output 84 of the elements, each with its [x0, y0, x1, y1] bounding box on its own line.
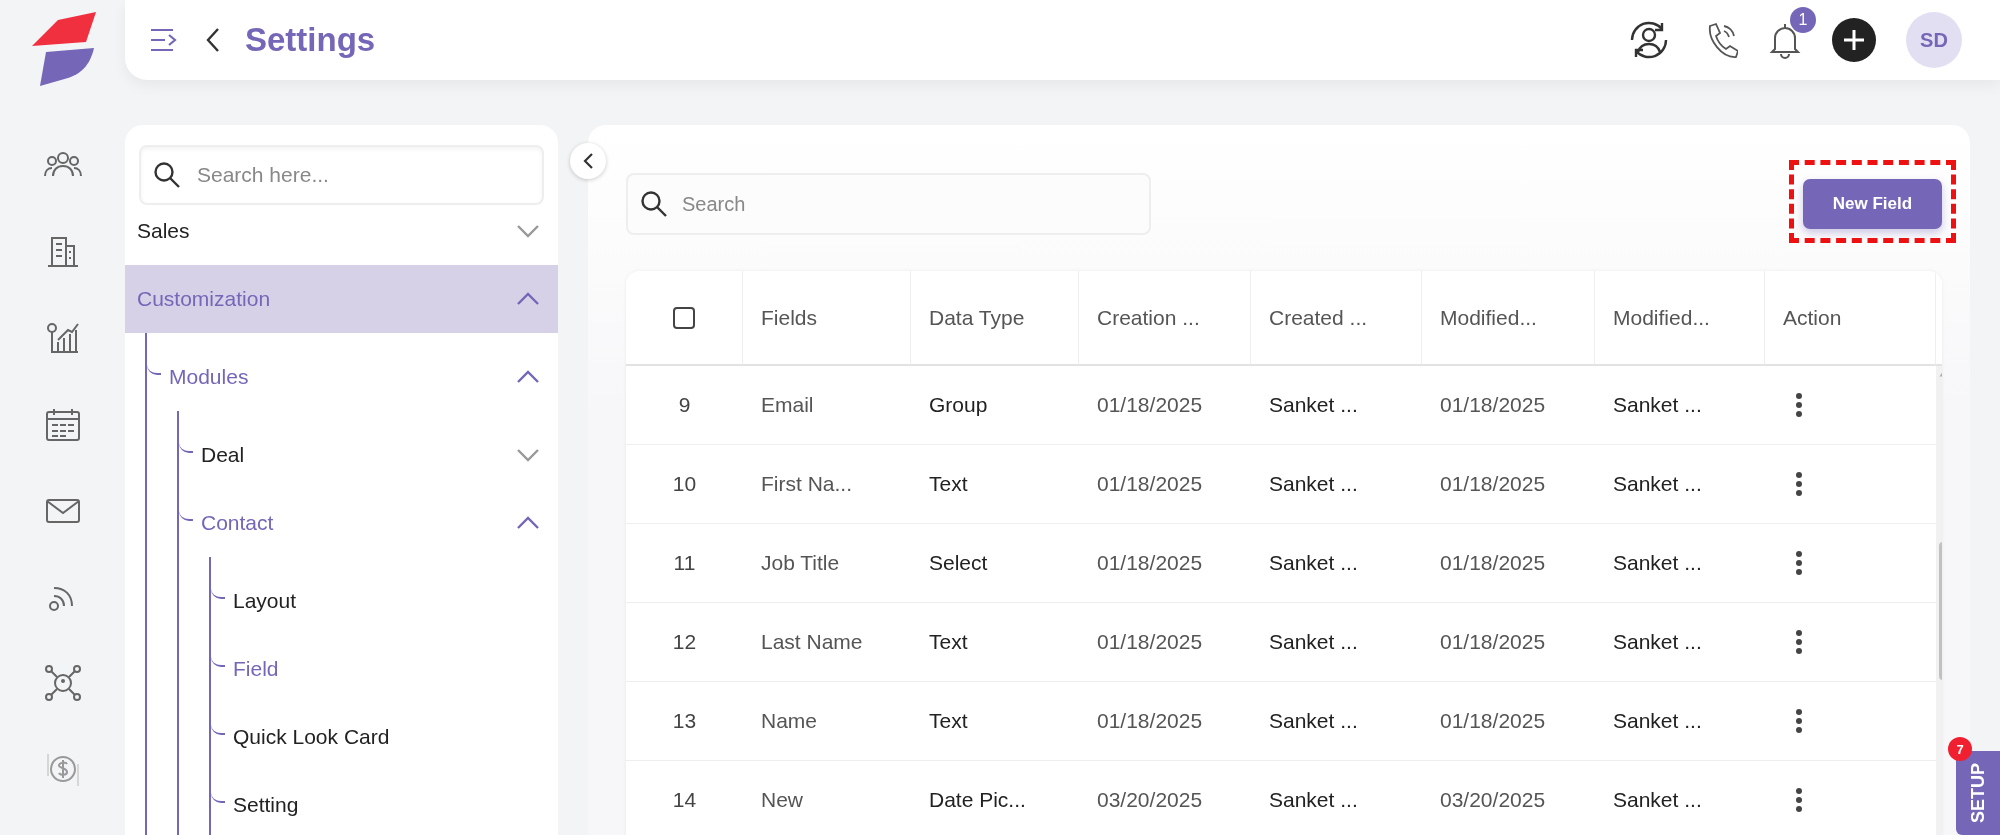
table-cell: 14: [626, 761, 743, 835]
chevron-up-icon: [516, 370, 540, 384]
table-cell: 01/18/2025: [1079, 366, 1251, 445]
more-icon[interactable]: [1795, 392, 1803, 418]
table-cell: Sanket ...: [1595, 366, 1765, 445]
table-cell: Date Pic...: [911, 761, 1079, 835]
checkbox[interactable]: [673, 306, 695, 329]
nav-item[interactable]: Setting: [211, 771, 558, 835]
column-header[interactable]: Fields: [743, 271, 911, 366]
calendar-icon[interactable]: [43, 406, 82, 444]
table-cell: 9: [626, 366, 743, 445]
search-field[interactable]: Search: [626, 173, 1151, 235]
plus-icon: [1842, 28, 1866, 52]
chevron-down-icon: [516, 448, 540, 462]
table-cell: 03/20/2025: [1079, 761, 1251, 835]
user-avatar[interactable]: SD: [1906, 12, 1962, 68]
table-cell: 01/18/2025: [1079, 524, 1251, 603]
table-cell: 01/18/2025: [1422, 603, 1595, 682]
table-cell: Sanket ...: [1251, 603, 1422, 682]
table-cell: Sanket ...: [1595, 445, 1765, 524]
table-cell: Job Title: [743, 524, 911, 603]
table-cell: 11: [626, 524, 743, 603]
table-cell: 12: [626, 603, 743, 682]
column-header[interactable]: Modified...: [1595, 271, 1765, 366]
table-cell: Text: [911, 603, 1079, 682]
add-button[interactable]: [1832, 18, 1876, 62]
more-icon[interactable]: [1795, 629, 1803, 655]
table-cell: Sanket ...: [1595, 682, 1765, 761]
nav-item[interactable]: Field: [211, 635, 558, 703]
table-cell: Sanket ...: [1595, 603, 1765, 682]
column-header[interactable]: Data Type: [911, 271, 1079, 366]
table-cell: First Na...: [743, 445, 911, 524]
table-cell: Sanket ...: [1595, 524, 1765, 603]
collapse-button[interactable]: [570, 143, 606, 179]
table-cell: Sanket ...: [1595, 761, 1765, 835]
more-icon[interactable]: [1795, 550, 1803, 576]
table-cell: 01/18/2025: [1079, 603, 1251, 682]
table-cell: Group: [911, 366, 1079, 445]
table-cell: Name: [743, 682, 911, 761]
table-cell: 03/20/2025: [1422, 761, 1595, 835]
table-cell: 01/18/2025: [1422, 445, 1595, 524]
chevron-left-icon: [582, 152, 594, 170]
new-field-button[interactable]: New Field: [1803, 179, 1942, 229]
more-icon[interactable]: [1795, 708, 1803, 734]
table-cell: Text: [911, 445, 1079, 524]
search-field[interactable]: Search here...: [139, 145, 544, 205]
chevron-down-icon: [516, 224, 540, 238]
table-cell: 13: [626, 682, 743, 761]
table-cell: Select: [911, 524, 1079, 603]
menu-icon[interactable]: [149, 27, 179, 53]
table-cell: Sanket ...: [1251, 524, 1422, 603]
table-cell: 01/18/2025: [1079, 682, 1251, 761]
more-icon[interactable]: [1795, 471, 1803, 497]
table-cell: 01/18/2025: [1422, 524, 1595, 603]
table-cell: 01/18/2025: [1422, 366, 1595, 445]
chevron-up-icon: [516, 292, 540, 306]
table-cell: Email: [743, 366, 911, 445]
table-cell: Sanket ...: [1251, 366, 1422, 445]
column-header[interactable]: Modified...: [1422, 271, 1595, 366]
column-header[interactable]: Created ...: [1251, 271, 1422, 366]
table-cell: 01/18/2025: [1079, 445, 1251, 524]
column-header[interactable]: Action: [1765, 271, 1936, 366]
page-title: Settings: [245, 21, 376, 59]
table-cell: Sanket ...: [1251, 682, 1422, 761]
table-cell: Sanket ...: [1251, 445, 1422, 524]
nav-item[interactable]: Deal: [179, 421, 558, 489]
search-icon: [153, 161, 181, 189]
notification-badge: 1: [1790, 7, 1816, 33]
table-cell: Last Name: [743, 603, 911, 682]
search-icon: [640, 190, 668, 218]
table-cell: Sanket ...: [1251, 761, 1422, 835]
chevron-up-icon: [516, 516, 540, 530]
table-cell: 10: [626, 445, 743, 524]
nav-item[interactable]: Layout: [211, 567, 558, 635]
table-cell: Text: [911, 682, 1079, 761]
table-cell: 01/18/2025: [1422, 682, 1595, 761]
more-icon[interactable]: [1795, 787, 1803, 813]
back-icon[interactable]: [205, 27, 221, 53]
table-cell: New: [743, 761, 911, 835]
nav-item[interactable]: Quick Look Card: [211, 703, 558, 771]
nav-item[interactable]: Contact: [179, 489, 558, 557]
network-icon[interactable]: [43, 664, 82, 702]
nav-item[interactable]: Modules: [147, 343, 558, 411]
column-header[interactable]: Creation ...: [1079, 271, 1251, 366]
